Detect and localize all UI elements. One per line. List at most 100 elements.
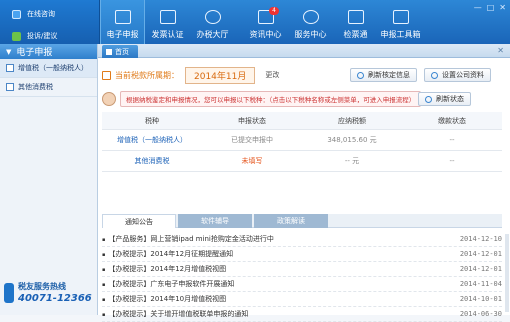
hotline-number: 40071-12366 bbox=[18, 293, 92, 304]
refresh-info-button[interactable]: 刷新核定信息 bbox=[350, 68, 417, 82]
tab-home[interactable]: 首页 bbox=[102, 45, 138, 58]
news-date: 2014-12-01 bbox=[459, 265, 502, 273]
notice-text: 根据纳税鉴定和申报情况，您可以申报以下税种：（点击以下税种名称或左侧菜单，可进入… bbox=[120, 91, 422, 107]
sidebar-item-label: 增值税（一般纳税人） bbox=[18, 64, 88, 72]
refresh-icon bbox=[357, 71, 364, 79]
window-controls: — □ ✕ bbox=[474, 3, 506, 12]
news-list: 【产品服务】网上营销ipad mini抢购定金活动进行中 2014-12-10 … bbox=[102, 232, 502, 322]
tax-amount: 348,015.60 元 bbox=[327, 136, 377, 144]
service-icon bbox=[302, 10, 319, 24]
news-badge: 4 bbox=[269, 7, 279, 15]
online-consult-link[interactable]: 在线咨询 bbox=[0, 6, 99, 22]
main-nav: 电子申报 发票认证 办税大厅 4 资讯中心 服务中心 检票通 申报工具箱 bbox=[100, 0, 423, 44]
nav-news[interactable]: 4 资讯中心 bbox=[243, 0, 288, 44]
nav-hall[interactable]: 办税大厅 bbox=[190, 0, 235, 44]
button-label: 设置公司资料 bbox=[442, 71, 484, 79]
chat-icon bbox=[12, 9, 21, 19]
sidebar-title: 电子申报 bbox=[16, 48, 53, 58]
column-header: 申报状态 bbox=[238, 116, 266, 125]
list-item[interactable]: 【办税提示】2014年12月增值税视图 2014-12-01 bbox=[102, 262, 502, 277]
nav-label: 申报工具箱 bbox=[380, 30, 421, 39]
minimize-icon[interactable]: — bbox=[474, 3, 482, 12]
news-date: 2014-06-30 bbox=[459, 310, 502, 318]
nav-declaration[interactable]: 电子申报 bbox=[100, 0, 145, 44]
declare-status: 未填写 bbox=[241, 157, 263, 165]
declaration-icon bbox=[114, 10, 131, 24]
declare-status: 已提交申报中 bbox=[231, 136, 273, 144]
news-title: 【办税提示】广东电子申报软件开展通知 bbox=[102, 279, 234, 289]
tab-policy[interactable]: 政策解读 bbox=[254, 214, 328, 228]
tax-name-link[interactable]: 其他消费税 bbox=[102, 156, 202, 166]
ticket-icon bbox=[347, 10, 364, 24]
list-item[interactable]: 【办税提示】2014年12月征期提醒通知 2014-12-01 bbox=[102, 247, 502, 262]
nav-ticket[interactable]: 检票通 bbox=[333, 0, 378, 44]
change-period-link[interactable]: 更改 bbox=[265, 70, 279, 80]
sidebar-item-label: 其他消费税 bbox=[18, 83, 53, 91]
sidebar-header[interactable]: ▼ 电子申报 bbox=[0, 44, 97, 59]
nav-invoice[interactable]: 发票认证 bbox=[145, 0, 190, 44]
tax-name-link[interactable]: 增值税（一般纳税人） bbox=[102, 135, 202, 145]
top-bar: 在线咨询 投诉/建议 电子申报 发票认证 办税大厅 4 资讯中心 服务中心 检票… bbox=[0, 0, 510, 44]
refresh-icon bbox=[425, 95, 432, 103]
form-icon bbox=[6, 64, 14, 72]
tab-notices[interactable]: 通知公告 bbox=[102, 214, 176, 228]
nav-service[interactable]: 服务中心 bbox=[288, 0, 333, 44]
nav-label: 发票认证 bbox=[151, 30, 184, 39]
tax-amount: -- 元 bbox=[344, 157, 360, 165]
close-tab-icon[interactable]: ✕ bbox=[497, 46, 504, 55]
table-header: 税种 申报状态 应纳税额 缴款状态 bbox=[102, 112, 502, 130]
list-item[interactable]: 【产品服务】网上营销ipad mini抢购定金活动进行中 2014-12-10 bbox=[102, 232, 502, 247]
toolbox-icon bbox=[392, 10, 409, 24]
phone-icon bbox=[4, 283, 14, 303]
settings-icon bbox=[431, 71, 438, 79]
complaint-link[interactable]: 投诉/建议 bbox=[0, 28, 99, 44]
payment-status: -- bbox=[449, 157, 455, 165]
tab-bar: 首页 ✕ bbox=[98, 44, 510, 58]
nav-label: 办税大厅 bbox=[196, 30, 229, 39]
close-icon[interactable]: ✕ bbox=[499, 3, 506, 12]
news-date: 2014-12-01 bbox=[459, 250, 502, 258]
sidebar: ▼ 电子申报 增值税（一般纳税人） 其他消费税 税友服务热线 40071-123… bbox=[0, 44, 98, 315]
nav-toolbox[interactable]: 申报工具箱 bbox=[378, 0, 423, 44]
company-settings-button[interactable]: 设置公司资料 bbox=[424, 68, 491, 82]
news-date: 2014-12-10 bbox=[459, 235, 502, 243]
news-scrollbar[interactable] bbox=[505, 234, 509, 312]
column-header: 税种 bbox=[145, 116, 159, 125]
period-label: 当前税款所属期： bbox=[115, 70, 179, 80]
news-title: 【办税提示】关于增开增值税联单申报的通知 bbox=[102, 309, 248, 319]
bottom-tab-bar: 通知公告 软件辅导 政策解读 bbox=[102, 214, 502, 228]
table-row: 增值税（一般纳税人） 已提交申报中 348,015.60 元 -- bbox=[102, 130, 502, 151]
refresh-status-button[interactable]: 刷新状态 bbox=[418, 92, 471, 106]
payment-status: -- bbox=[449, 136, 455, 144]
nav-label: 电子申报 bbox=[106, 30, 139, 39]
service-hotline: 税友服务热线 40071-12366 bbox=[4, 279, 96, 311]
chevron-down-icon: ▼ bbox=[6, 47, 12, 56]
complaint-label: 投诉/建议 bbox=[27, 32, 58, 40]
sidebar-item-consumption-tax[interactable]: 其他消费税 bbox=[0, 78, 97, 97]
news-title: 【产品服务】网上营销ipad mini抢购定金活动进行中 bbox=[102, 234, 274, 244]
home-icon bbox=[106, 48, 112, 55]
sidebar-item-vat[interactable]: 增值税（一般纳税人） bbox=[0, 59, 97, 78]
invoice-icon bbox=[159, 10, 176, 24]
news-date: 2014-10-01 bbox=[459, 295, 502, 303]
online-consult-label: 在线咨询 bbox=[27, 10, 55, 18]
nav-label: 检票通 bbox=[343, 30, 368, 39]
button-label: 刷新核定信息 bbox=[368, 71, 410, 79]
maximize-icon[interactable]: □ bbox=[487, 3, 495, 12]
column-header: 应纳税额 bbox=[338, 116, 366, 125]
list-item[interactable]: 【办税提示】2014年10月增值税视图 2014-10-01 bbox=[102, 292, 502, 307]
list-item[interactable]: 【办税提示】广东电子申报软件开展通知 2014-11-04 bbox=[102, 277, 502, 292]
form-icon bbox=[6, 83, 14, 91]
calendar-icon bbox=[102, 70, 111, 80]
tab-software-help[interactable]: 软件辅导 bbox=[178, 214, 252, 228]
news-title: 【办税提示】2014年12月增值税视图 bbox=[102, 264, 226, 274]
nav-label: 服务中心 bbox=[294, 30, 327, 39]
tax-table: 税种 申报状态 应纳税额 缴款状态 增值税（一般纳税人） 已提交申报中 348,… bbox=[102, 112, 502, 172]
tab-label: 首页 bbox=[115, 47, 129, 56]
hall-icon bbox=[204, 10, 221, 24]
online-service-panel: 在线咨询 投诉/建议 bbox=[0, 0, 100, 44]
period-value: 2014年11月 bbox=[185, 66, 256, 84]
nav-label: 资讯中心 bbox=[249, 30, 282, 39]
table-row: 其他消费税 未填写 -- 元 -- bbox=[102, 151, 502, 172]
avatar bbox=[102, 92, 116, 106]
